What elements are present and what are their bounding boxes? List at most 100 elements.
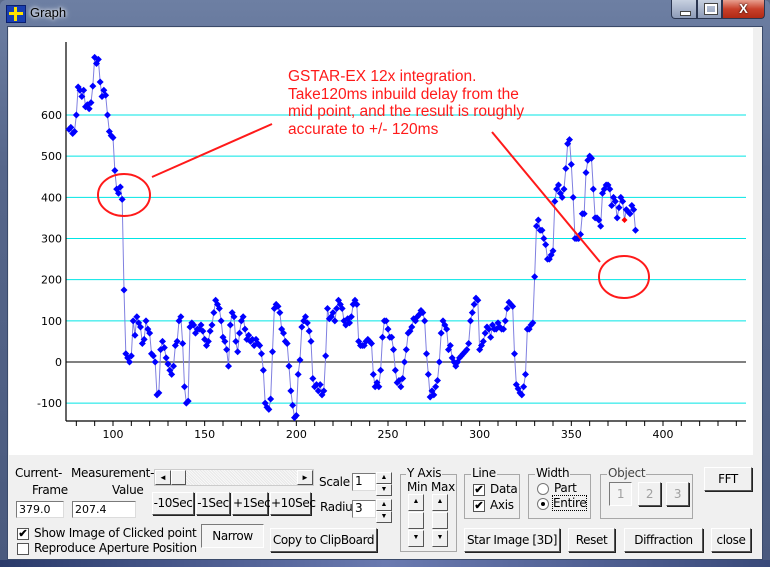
data-point: [369, 370, 377, 378]
scale-up-arrow-icon[interactable]: ▲: [376, 472, 392, 484]
graph-window: Graph X -100 0 100 200 300 400 500 600 100 150 200…: [0, 0, 770, 567]
data-point: [142, 317, 150, 325]
data-point: [294, 370, 302, 378]
measurement-value-input[interactable]: 207.4: [72, 501, 136, 518]
window-bottom-border: [0, 560, 770, 567]
y-min-up-arrow-icon[interactable]: ▲: [408, 494, 424, 511]
width-part-radio[interactable]: [537, 483, 549, 495]
y-max-up-arrow-icon[interactable]: ▲: [432, 494, 448, 511]
narrow-button[interactable]: Narrow: [201, 524, 264, 548]
data-point: [567, 160, 575, 168]
data-point: [309, 374, 317, 382]
data-point: [96, 78, 104, 86]
y-tick-label: 600: [41, 109, 62, 122]
fft-button[interactable]: FFT: [704, 467, 752, 491]
line-axis-label: Axis: [490, 498, 514, 512]
window-title: Graph: [30, 5, 67, 20]
data-point: [226, 321, 234, 329]
width-entire-radio[interactable]: [537, 498, 549, 510]
y-tick-label: 200: [41, 274, 62, 287]
data-point: [217, 317, 225, 325]
data-point: [540, 234, 548, 242]
y-max-down-arrow-icon[interactable]: ▼: [432, 530, 448, 547]
radius-input[interactable]: 3: [352, 500, 376, 518]
data-point: [631, 226, 639, 234]
data-point: [389, 346, 397, 354]
data-point: [151, 358, 159, 366]
annotation-line: accurate to +/- 120ms: [288, 120, 439, 138]
frame-scrollbar[interactable]: ◄ ►: [154, 469, 314, 486]
line-data-label: Data: [490, 482, 518, 496]
current-frame-label: Current-: [15, 466, 63, 480]
x-tick-label: 250: [377, 428, 398, 441]
minus-1sec-button[interactable]: -1Sec: [196, 492, 230, 515]
radius-up-arrow-icon[interactable]: ▲: [376, 499, 392, 511]
width-group-label: Width: [535, 466, 571, 480]
scroll-left-arrow-icon[interactable]: ◄: [155, 470, 171, 485]
data-point: [89, 82, 97, 90]
y-min-track[interactable]: [408, 512, 424, 529]
data-point: [582, 169, 590, 177]
plus-10sec-button[interactable]: +10Sec: [270, 492, 316, 515]
data-point: [268, 348, 276, 356]
copy-to-clipboard-button[interactable]: Copy to ClipBoard: [270, 528, 377, 552]
data-point: [437, 329, 445, 337]
y-min-down-arrow-icon[interactable]: ▼: [408, 530, 424, 547]
data-point: [323, 304, 331, 312]
data-point: [562, 165, 570, 173]
data-point: [534, 216, 542, 224]
line-data-checkbox[interactable]: ✔: [473, 484, 485, 496]
line-group: [464, 474, 520, 519]
reproduce-aperture-checkbox[interactable]: [17, 543, 29, 555]
data-point: [510, 350, 518, 358]
annotation-line: GSTAR-EX 12x integration.: [288, 68, 477, 85]
data-point: [267, 395, 275, 403]
data-point: [259, 366, 267, 374]
show-image-checkbox[interactable]: ✔: [17, 528, 29, 540]
scale-input[interactable]: 1: [352, 473, 376, 491]
scroll-right-arrow-icon[interactable]: ►: [297, 470, 313, 485]
close-window-button[interactable]: X: [722, 0, 765, 19]
line-group-label: Line: [471, 466, 497, 480]
radius-down-arrow-icon[interactable]: ▼: [376, 511, 392, 523]
width-entire-label: Entire: [551, 495, 588, 511]
diffraction-button[interactable]: Diffraction: [624, 528, 703, 552]
width-part-label: Part: [554, 481, 577, 495]
data-point: [613, 214, 621, 222]
data-point: [542, 241, 550, 249]
x-tick-label: 350: [561, 428, 582, 441]
line-axis-checkbox[interactable]: ✔: [473, 500, 485, 512]
data-point: [234, 348, 242, 356]
data-point: [391, 366, 399, 374]
data-point: [287, 387, 295, 395]
plus-1sec-button[interactable]: +1Sec: [232, 492, 271, 515]
y-max-track[interactable]: [432, 512, 448, 529]
close-button[interactable]: close: [711, 528, 751, 552]
annotation-line: Take120ms inbuild delay from the: [288, 85, 519, 103]
data-point: [597, 222, 605, 230]
scroll-thumb[interactable]: [171, 470, 186, 485]
maximize-button[interactable]: [697, 0, 722, 19]
reset-button[interactable]: Reset: [568, 528, 615, 552]
object-1-button[interactable]: 1: [609, 482, 632, 506]
data-point: [433, 377, 441, 385]
minimize-button[interactable]: [671, 0, 697, 19]
data-point: [208, 321, 216, 329]
object-3-button[interactable]: 3: [666, 482, 689, 506]
star-image-3d-button[interactable]: Star Image [3D]: [464, 528, 560, 552]
measurement-label-2: Value: [112, 483, 144, 497]
data-point: [589, 185, 597, 193]
measurement-label: Measurement-: [71, 466, 155, 480]
data-point: [104, 111, 112, 119]
x-tick-label: 400: [652, 428, 673, 441]
data-point: [402, 346, 410, 354]
object-2-button[interactable]: 2: [638, 482, 661, 506]
minus-10sec-button[interactable]: -10Sec: [152, 492, 194, 515]
title-bar[interactable]: Graph X: [0, 0, 770, 26]
data-point: [206, 327, 214, 335]
data-point: [257, 350, 265, 358]
current-frame-input[interactable]: 379.0: [16, 501, 64, 518]
data-point: [235, 329, 243, 337]
scale-down-arrow-icon[interactable]: ▼: [376, 484, 392, 496]
data-point: [224, 362, 232, 370]
